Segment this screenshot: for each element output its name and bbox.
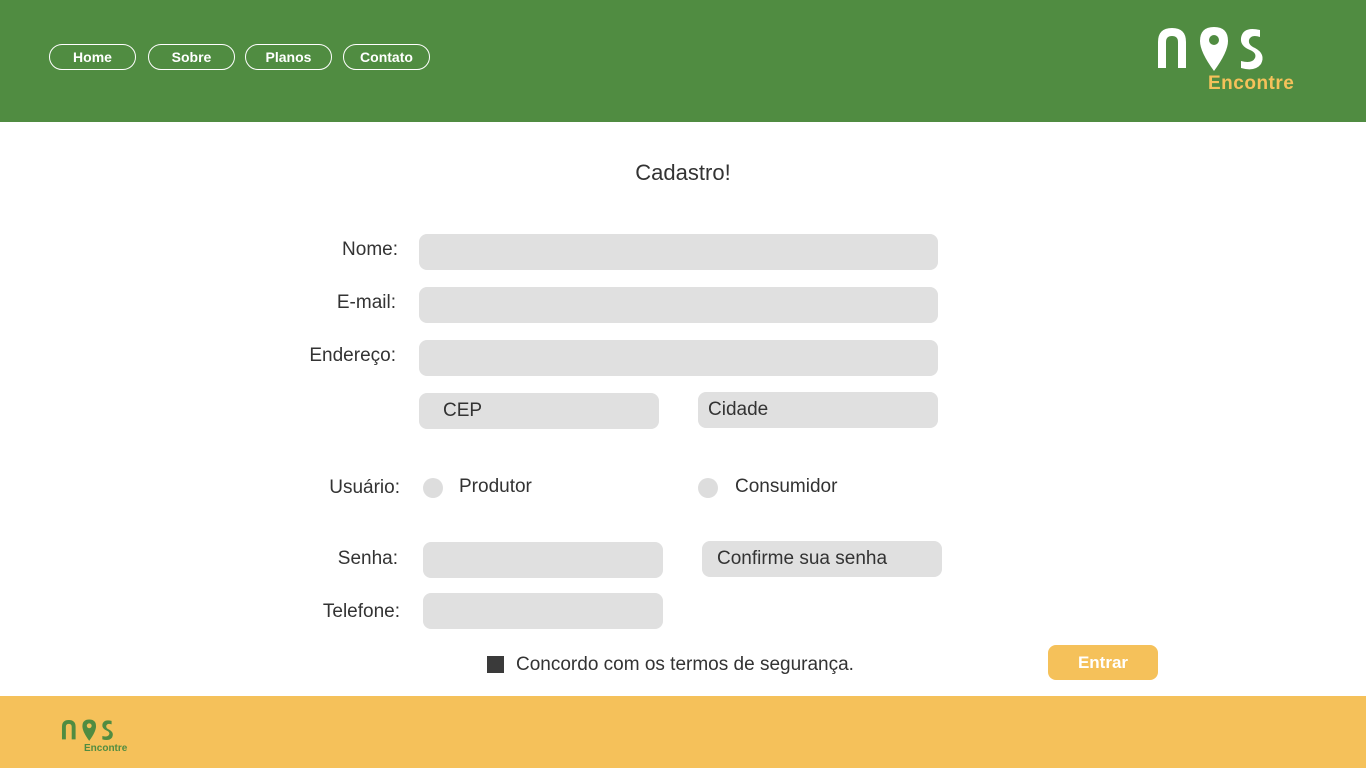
entrar-button[interactable]: Entrar (1048, 645, 1158, 680)
header-bar: Home Sobre Planos Contato Encontre (0, 0, 1366, 122)
confirm-password-input[interactable] (702, 541, 942, 577)
produtor-label: Produtor (459, 476, 532, 497)
telefone-input[interactable] (423, 593, 663, 629)
page-title: Cadastro! (635, 160, 731, 185)
terms-label: Concordo com os termos de segurança. (516, 654, 854, 675)
telefone-label: Telefone: (322, 601, 400, 622)
nav-contato-button[interactable]: Contato (343, 44, 430, 70)
endereco-label: Endereço: (309, 345, 396, 366)
brand-subtitle: Encontre (1208, 73, 1295, 94)
usuario-label: Usuário: (329, 477, 400, 498)
consumidor-label: Consumidor (735, 476, 838, 497)
footer-brand-subtitle: Encontre (84, 743, 128, 754)
cep-input[interactable] (419, 393, 659, 429)
nav-home-button[interactable]: Home (49, 44, 136, 70)
email-label: E-mail: (336, 292, 396, 313)
nome-label: Nome: (342, 239, 398, 260)
endereco-input[interactable] (419, 340, 938, 376)
produtor-radio[interactable] (423, 478, 443, 498)
senha-label: Senha: (337, 548, 398, 569)
footer-bar (0, 696, 1366, 768)
cidade-input[interactable] (698, 392, 938, 428)
senha-input[interactable] (423, 542, 663, 578)
location-pin-icon (1200, 27, 1228, 71)
consumidor-radio[interactable] (698, 478, 718, 498)
terms-checkbox[interactable] (487, 656, 504, 673)
nav-sobre-button[interactable]: Sobre (148, 44, 235, 70)
email-input[interactable] (419, 287, 938, 323)
nome-input[interactable] (419, 234, 938, 270)
location-pin-icon (82, 719, 97, 741)
nav-planos-button[interactable]: Planos (245, 44, 332, 70)
